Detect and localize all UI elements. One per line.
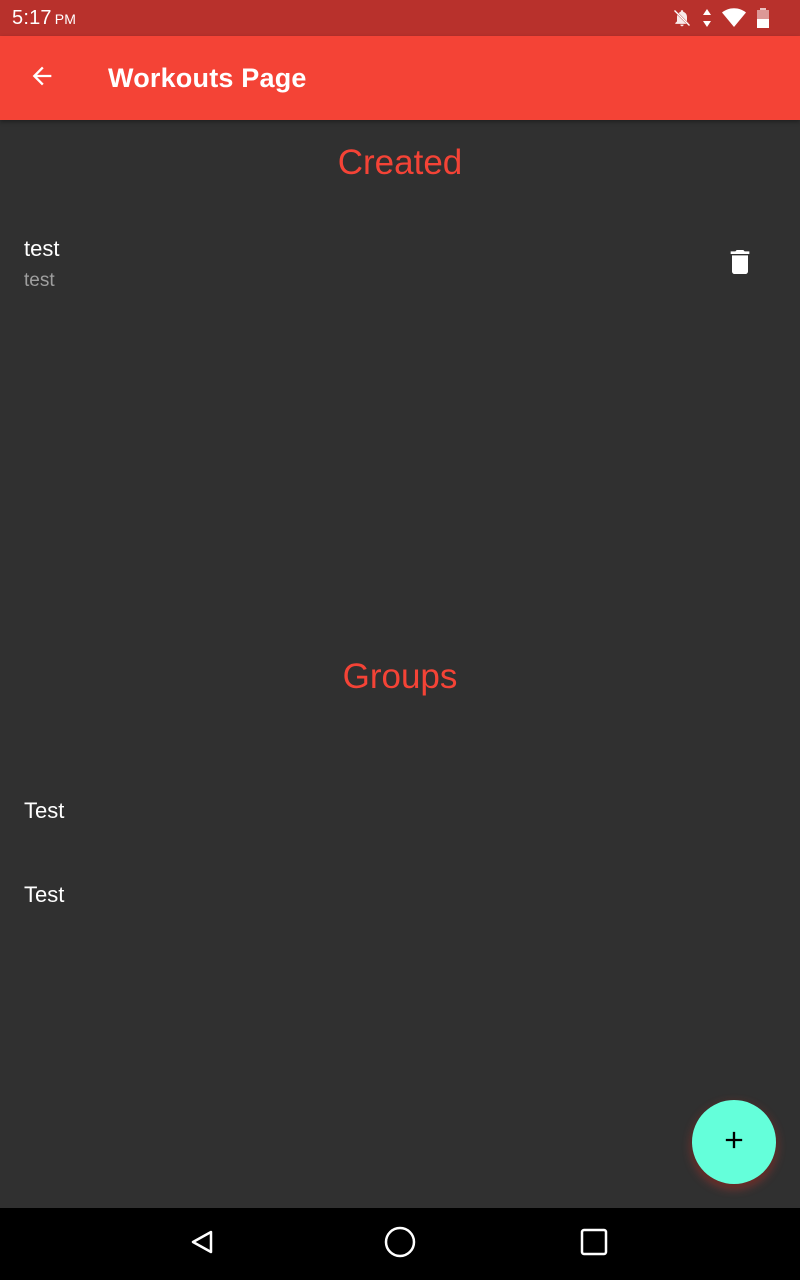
wifi-icon xyxy=(722,8,746,28)
status-bar: 5:17 PM xyxy=(0,0,800,36)
nav-home-button[interactable] xyxy=(382,1226,418,1262)
app-root: 5:17 PM Workouts Page Created test test … xyxy=(0,0,800,1280)
group-item[interactable]: Test xyxy=(0,854,800,938)
battery-icon xyxy=(756,8,770,28)
group-item[interactable]: Test xyxy=(0,770,800,854)
workout-title: test xyxy=(24,236,60,261)
add-fab-button[interactable] xyxy=(692,1100,776,1184)
delete-button[interactable] xyxy=(712,236,768,292)
nav-back-button[interactable] xyxy=(184,1226,220,1262)
nav-home-icon xyxy=(383,1225,417,1264)
workout-subtitle: test xyxy=(24,270,55,291)
status-time: 5:17 PM xyxy=(12,7,76,30)
add-icon xyxy=(720,1126,748,1159)
status-time-ampm: PM xyxy=(54,10,77,27)
data-arrows-icon xyxy=(702,9,712,27)
groups-heading: Groups xyxy=(342,657,458,696)
nav-recents-button[interactable] xyxy=(576,1226,612,1262)
nav-back-icon xyxy=(187,1227,217,1262)
page-title: Workouts Page xyxy=(108,62,307,93)
group-label: Test xyxy=(24,882,65,907)
back-button[interactable] xyxy=(0,36,84,120)
group-label: Test xyxy=(24,798,65,823)
arrow-back-icon xyxy=(28,62,56,95)
delete-icon xyxy=(724,246,756,283)
status-icons xyxy=(672,8,770,28)
system-nav-bar xyxy=(0,1208,800,1280)
notifications-off-icon xyxy=(672,8,692,28)
list-item[interactable]: test test xyxy=(0,220,800,310)
created-heading: Created xyxy=(337,143,463,182)
status-time-value: 5:17 xyxy=(12,6,52,29)
app-bar: Workouts Page xyxy=(0,36,800,120)
nav-recents-icon xyxy=(579,1227,609,1262)
